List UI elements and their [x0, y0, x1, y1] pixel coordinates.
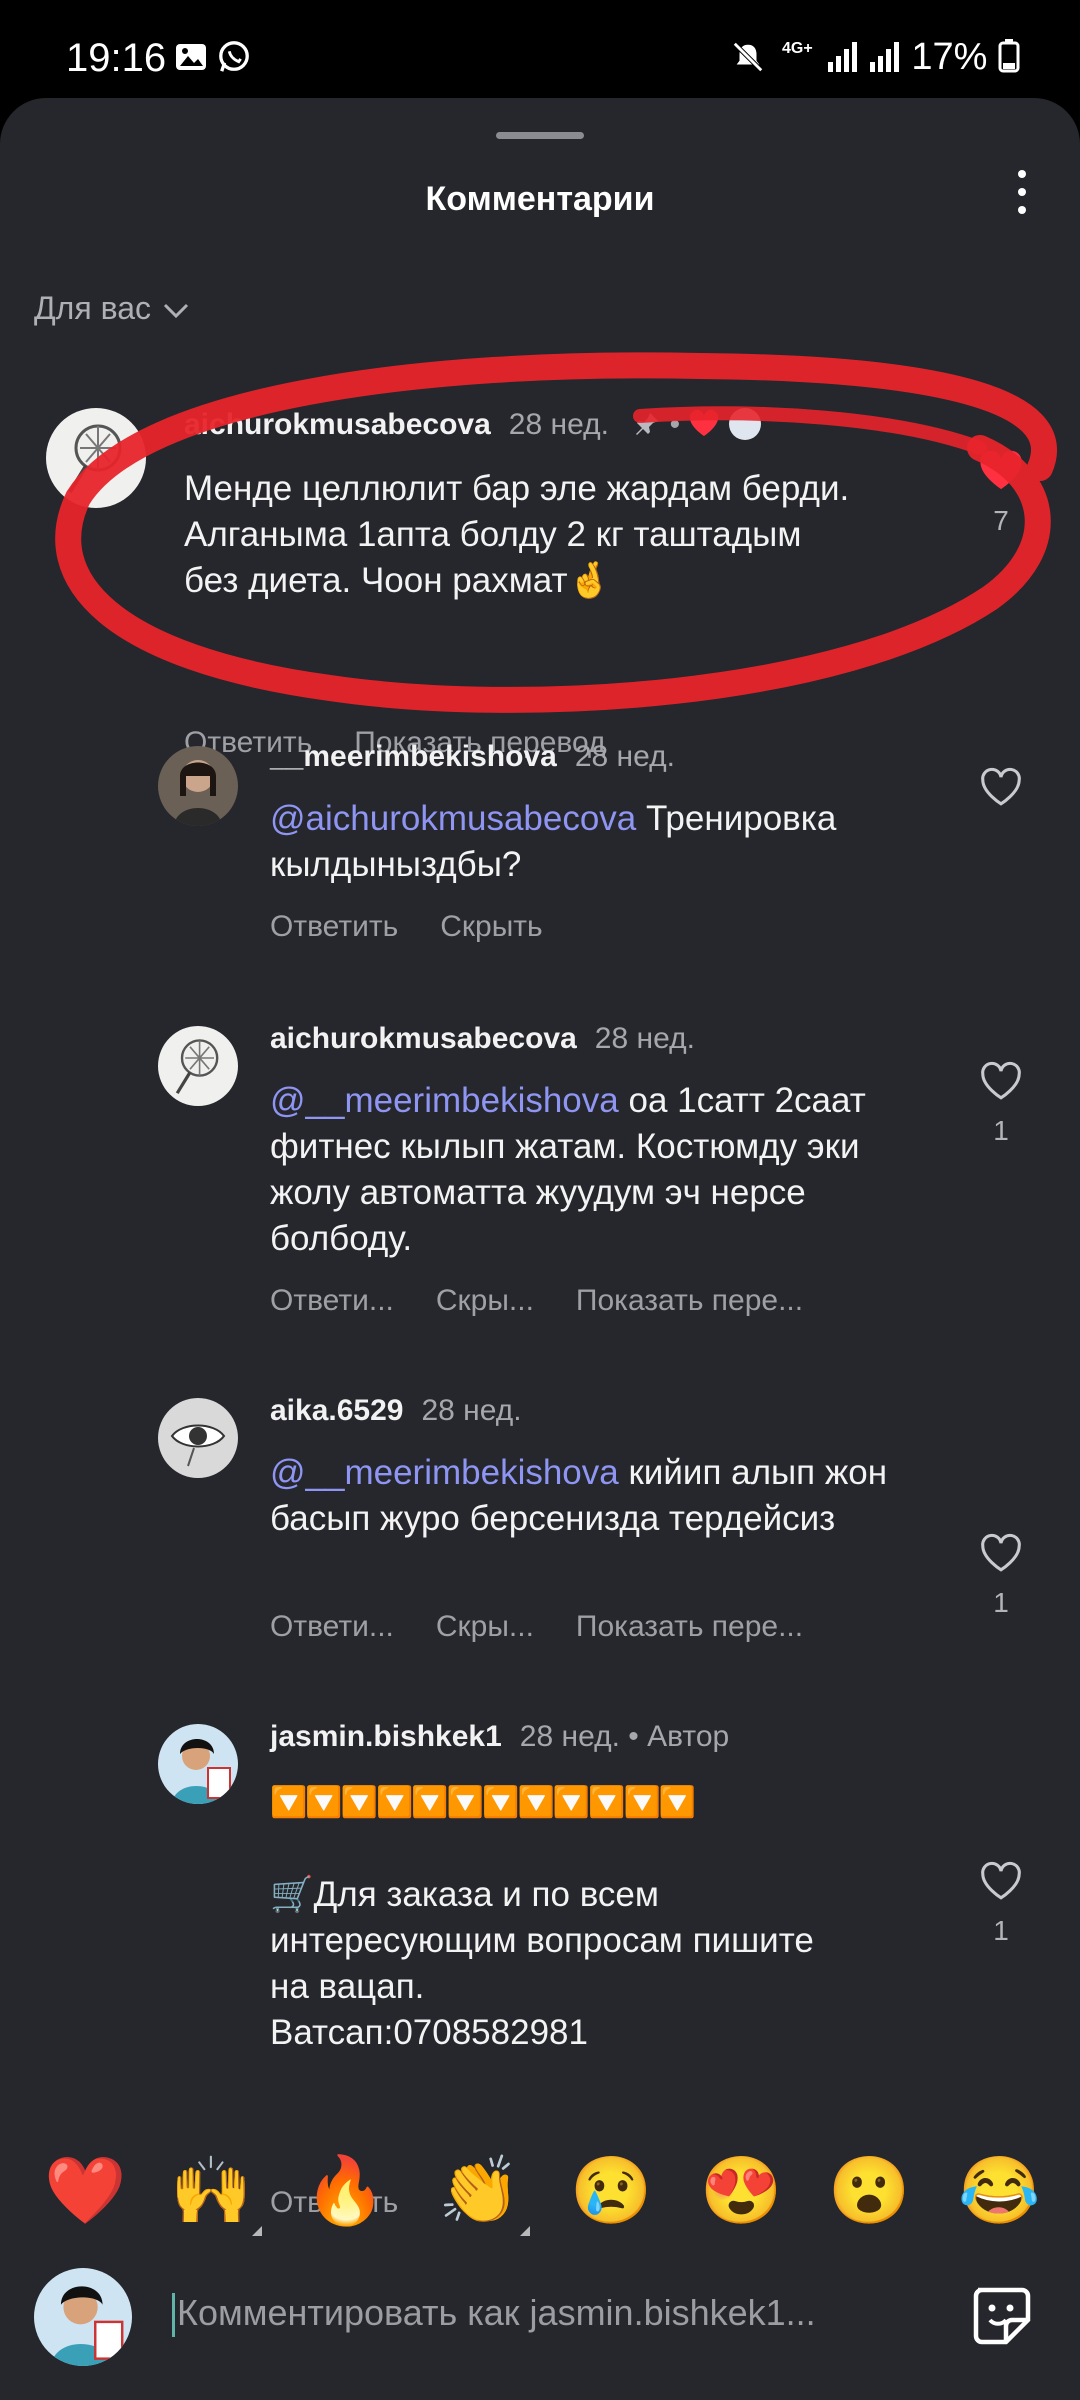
emoji-crying-face[interactable]: 😢 [570, 2150, 652, 2230]
mute-icon [733, 42, 763, 72]
comment-composer: Комментировать как jasmin.bishkek1... [0, 2260, 1080, 2400]
like-count: 1 [993, 1915, 1009, 1946]
whatsapp-icon [219, 41, 249, 72]
signal-icon [828, 42, 857, 72]
pin-icon [636, 413, 659, 435]
like-count: 1 [993, 1587, 1009, 1618]
hide-button[interactable]: Скры... [436, 1284, 534, 1317]
author-badge: Автор [647, 1720, 730, 1753]
comment-text: @__meerimbekishova оа 1сатт 2саат фитнес… [270, 1081, 866, 1258]
comment-text: @aichurokmusabecova Тренировка кылдынызд… [270, 799, 837, 884]
timestamp: 28 нед. [421, 1394, 522, 1427]
chevron-down-icon [163, 303, 189, 318]
username[interactable]: aika.6529 [270, 1394, 403, 1427]
comment-input[interactable]: Комментировать как jasmin.bishkek1... [172, 2292, 816, 2338]
avatar[interactable] [158, 1724, 238, 1804]
show-translation-button[interactable]: Показать пере... [576, 1610, 803, 1643]
current-user-avatar [34, 2268, 132, 2366]
status-bar: 19:16 4G+ 17% [0, 0, 1080, 100]
signal-icon-2 [870, 42, 899, 72]
hide-button[interactable]: Скры... [436, 1610, 534, 1643]
emoji-heart[interactable]: ❤️ [44, 2150, 126, 2230]
comment-text: 🔽🔽🔽🔽🔽🔽🔽🔽🔽🔽🔽🔽 🛒Для заказа и по всем интер… [270, 1780, 930, 2056]
avatar[interactable] [158, 1398, 238, 1478]
battery-level: 17% [911, 36, 1020, 79]
comment-text: @__meerimbekishova кийип алып жон басып … [270, 1453, 888, 1538]
emoji-clapping-hands[interactable]: 👏 [438, 2150, 531, 2236]
like-count: 7 [993, 505, 1009, 536]
filter-label: Для вас [34, 290, 151, 326]
emoji-raised-hands[interactable]: 🙌 [170, 2150, 263, 2236]
avatar[interactable] [46, 408, 146, 508]
sticker-icon[interactable] [968, 2282, 1032, 2346]
emoji-heart-eyes[interactable]: 😍 [700, 2150, 782, 2230]
username[interactable]: aichurokmusabecova [270, 1022, 577, 1055]
heart-filled-icon [980, 450, 1022, 490]
username[interactable]: __meerimbekishova [270, 740, 557, 773]
hide-button[interactable]: Скрыть [440, 910, 542, 943]
like-count: 1 [993, 1115, 1009, 1146]
heart-outline-icon [981, 1533, 1021, 1572]
username[interactable]: jasmin.bishkek1 [270, 1720, 502, 1753]
reply-button[interactable]: Ответить [270, 910, 398, 943]
drag-handle[interactable] [496, 132, 584, 139]
reply-button[interactable]: Ответи... [270, 1284, 394, 1317]
mention-link[interactable]: @__meerimbekishova [270, 1453, 619, 1492]
mention-link[interactable]: @aichurokmusabecova [270, 799, 636, 838]
comment-text: Менде целлюлит бар эле жардам берди. Алг… [184, 469, 850, 600]
like-button[interactable]: 1 [976, 1060, 1026, 1147]
battery-icon [998, 39, 1020, 73]
like-button[interactable]: 1 [976, 1860, 1026, 1947]
mention-link[interactable]: @__meerimbekishova [270, 1081, 619, 1120]
creator-avatar [728, 408, 761, 440]
gallery-icon [176, 44, 206, 70]
reply-button[interactable]: Ответи... [270, 1610, 394, 1643]
arrow-emoji-row: 🔽🔽🔽🔽🔽🔽🔽🔽🔽🔽🔽🔽 [270, 1786, 696, 1819]
emoji-surprised-face[interactable]: 😮 [828, 2150, 910, 2230]
heart-outline-icon [981, 767, 1021, 806]
emoji-tears-of-joy[interactable]: 😂 [958, 2150, 1040, 2230]
creator-liked-heart-icon [690, 409, 719, 436]
avatar[interactable] [158, 1026, 238, 1106]
comments-sheet: Комментарии Для вас aichurokmusabecova 28… [0, 98, 1080, 2400]
timestamp: 28 нед. [519, 1720, 620, 1753]
avatar[interactable] [158, 746, 238, 826]
timestamp: 28 нед. [508, 408, 609, 441]
clock: 19:16 [66, 36, 167, 80]
page-title: Комментарии [425, 180, 655, 218]
like-button[interactable]: 7 [976, 448, 1026, 537]
heart-outline-icon [981, 1061, 1021, 1100]
like-button[interactable] [976, 766, 1026, 813]
network-type: 4G+ [782, 40, 813, 57]
sort-filter-dropdown[interactable]: Для вас [34, 290, 191, 327]
like-button[interactable]: 1 [976, 1532, 1026, 1619]
show-translation-button[interactable]: Показать пере... [576, 1284, 803, 1317]
more-options-icon[interactable] [1016, 170, 1028, 222]
username[interactable]: aichurokmusabecova [184, 408, 491, 441]
emoji-fire[interactable]: 🔥 [304, 2150, 386, 2230]
emoji-reaction-bar: ❤️ 🙌 🔥 👏 😢 😍 😮 😂 [0, 2150, 1080, 2250]
timestamp: 28 нед. [594, 1022, 695, 1055]
timestamp: 28 нед. [574, 740, 675, 773]
heart-outline-icon [981, 1861, 1021, 1900]
comment-input-placeholder: Комментировать как jasmin.bishkek1... [177, 2292, 816, 2333]
